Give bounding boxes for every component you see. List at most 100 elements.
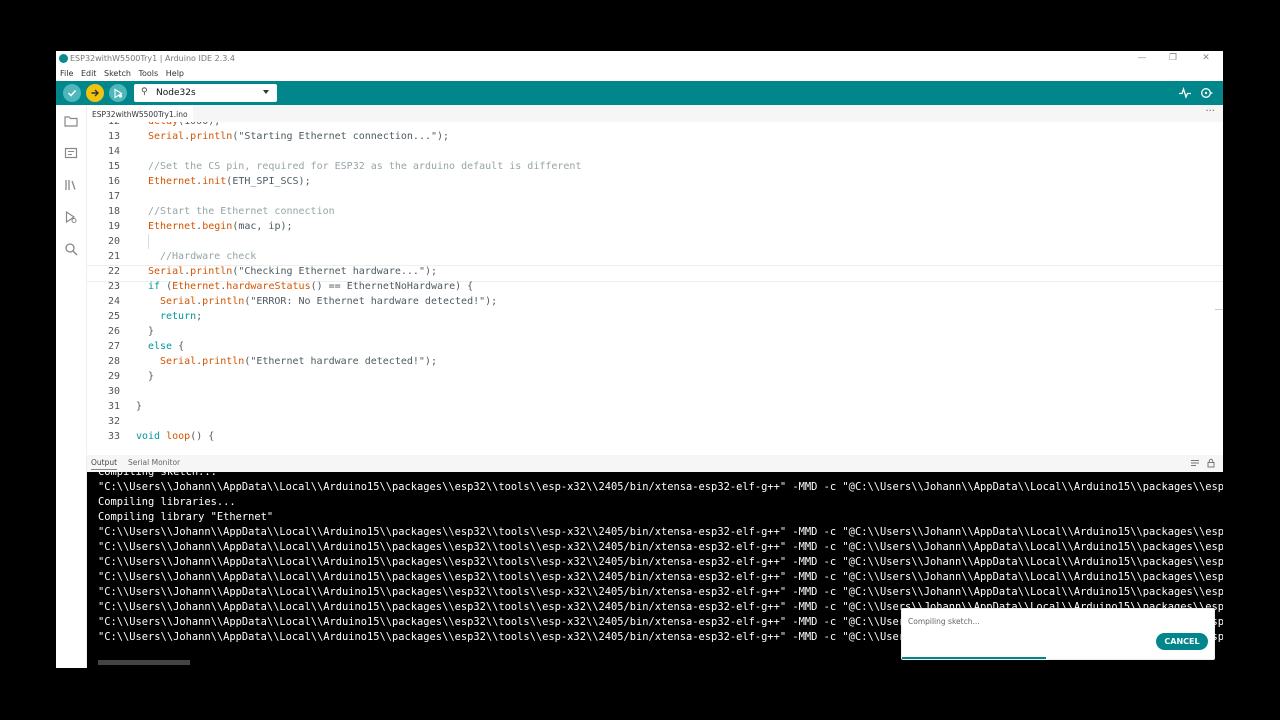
code-token: Serial [160,296,197,307]
code-token: println [190,266,233,277]
line-number: 20 [107,236,120,247]
horizontal-scrollbar[interactable] [98,660,190,665]
code-token: println [202,296,245,307]
menu-bar: File Edit Sketch Tools Help [56,67,1223,81]
code-token: loop [166,431,191,442]
restore-button[interactable]: ❐ [1166,53,1180,63]
code-token: //Hardware check [160,251,257,262]
output-panel-header: Output Serial Monitor [87,455,1223,472]
title-bar: ESP32withW5500Try1 | Arduino IDE 2.3.4 —… [56,51,1223,67]
code-line: Serial.println("Checking Ethernet hardwa… [148,266,437,277]
code-token: ("Checking Ethernet hardware..."); [232,266,438,277]
arduino-ide-window: ESP32withW5500Try1 | Arduino IDE 2.3.4 —… [56,51,1223,668]
more-icon[interactable]: ··· [1205,106,1215,117]
code-token: println [190,131,233,142]
line-number: 25 [107,311,120,322]
line-number: 28 [107,356,120,367]
close-button[interactable]: ✕ [1199,53,1213,63]
magnifier-dot-icon[interactable] [1199,86,1213,100]
code-token: begin [202,221,233,232]
code-line: Ethernet.begin(mac, ip); [148,221,293,232]
menu-file[interactable]: File [60,67,73,81]
left-sidebar [56,105,87,668]
code-editor[interactable]: 12 delay(1000); 13 Serial.println("Starting… [87,122,1223,505]
code-token: Serial [160,356,197,367]
line-number: 31 [107,401,120,412]
line-number: 18 [107,206,120,217]
line-number: 30 [107,386,120,397]
tab-filename: ESP32withW5500Try1.ino [92,110,188,119]
code-line: Serial.println("Starting Ethernet connec… [148,131,449,142]
line-number: 22 [107,266,120,277]
code-token: (mac, ip); [232,221,293,232]
output-line: "C:\\Users\\Johann\\AppData\\Local\\Ardu… [98,586,1223,598]
check-icon [67,89,77,97]
line-number: 14 [107,146,120,157]
compile-progress-bar [902,657,1046,659]
upload-button[interactable] [86,84,104,102]
line-number: 29 [107,371,120,382]
line-number: 32 [107,416,120,427]
code-line: Serial.println("ERROR: No Ethernet hardw… [160,296,497,307]
output-line: Compiling library "Ethernet" [98,511,274,523]
code-line: else { [148,341,184,352]
code-line: //Set the CS pin, required for ESP32 as … [148,161,581,172]
minimize-button[interactable]: — [1135,53,1149,63]
code-token: init [202,176,227,187]
line-number: 27 [107,341,120,352]
code-line: Serial.println("Ethernet hardware detect… [160,356,437,367]
board-selector[interactable]: ⚲ Node32s [134,84,277,102]
chevron-down-icon [263,90,269,94]
board-name: Node32s [156,88,196,98]
code-token: Serial [148,266,185,277]
menu-sketch[interactable]: Sketch [104,67,131,81]
output-line: "C:\\Users\\Johann\\AppData\\Local\\Ardu… [98,481,1223,493]
pulse-icon[interactable] [1178,86,1192,100]
menu-edit[interactable]: Edit [81,67,97,81]
line-number: 17 [107,191,120,202]
lock-icon[interactable] [1206,458,1216,468]
search-icon[interactable] [63,241,79,257]
folder-icon[interactable] [63,113,79,129]
cancel-button[interactable]: CANCEL [1156,633,1208,650]
code-token: //Start the Ethernet connection [148,206,335,217]
code-line: //Hardware check [160,251,256,262]
boards-manager-icon[interactable] [63,145,79,161]
code-token: ; [196,311,203,322]
code-token: } [136,401,143,412]
window-title: ESP32withW5500Try1 | Arduino IDE 2.3.4 [70,54,235,63]
menu-help[interactable]: Help [166,67,184,81]
output-line: Compiling sketch... [98,472,217,478]
line-number: 21 [107,251,120,262]
code-token: () { [190,431,215,442]
code-token: } [148,371,155,382]
line-number: 23 [107,281,120,292]
tab-sketch-file[interactable]: ESP32withW5500Try1.ino [87,105,193,123]
clear-output-icon[interactable] [1190,458,1200,468]
code-token: void [136,431,161,442]
tab-output[interactable]: Output [91,458,118,470]
vertical-scrollbar[interactable] [1215,309,1223,310]
code-token: ( [160,281,173,292]
library-manager-icon[interactable] [63,177,79,193]
line-number: 12 [87,122,120,127]
debug-button[interactable] [109,84,127,102]
code-token: } [148,326,155,337]
code-line: return; [160,311,202,322]
code-token: Ethernet [148,176,197,187]
menu-tools[interactable]: Tools [138,67,158,81]
debug-sidebar-icon[interactable] [63,209,79,225]
notification-message: Compiling sketch... [908,617,980,626]
verify-button[interactable] [63,84,81,102]
output-line: "C:\\Users\\Johann\\AppData\\Local\\Ardu… [98,541,1223,553]
code-line: if (Ethernet.hardwareStatus() == Etherne… [148,281,473,292]
indent-guide [148,234,149,249]
code-token: //Set the CS pin, required for ESP32 as … [148,161,582,172]
code-token: ("Ethernet hardware detected!"); [244,356,437,367]
code-line: //Start the Ethernet connection [148,206,335,217]
tab-serial-monitor[interactable]: Serial Monitor [128,458,180,467]
code-token: else [148,341,173,352]
line-number: 15 [107,161,120,172]
code-token: if [148,281,161,292]
code-line: void loop() { [136,431,214,442]
